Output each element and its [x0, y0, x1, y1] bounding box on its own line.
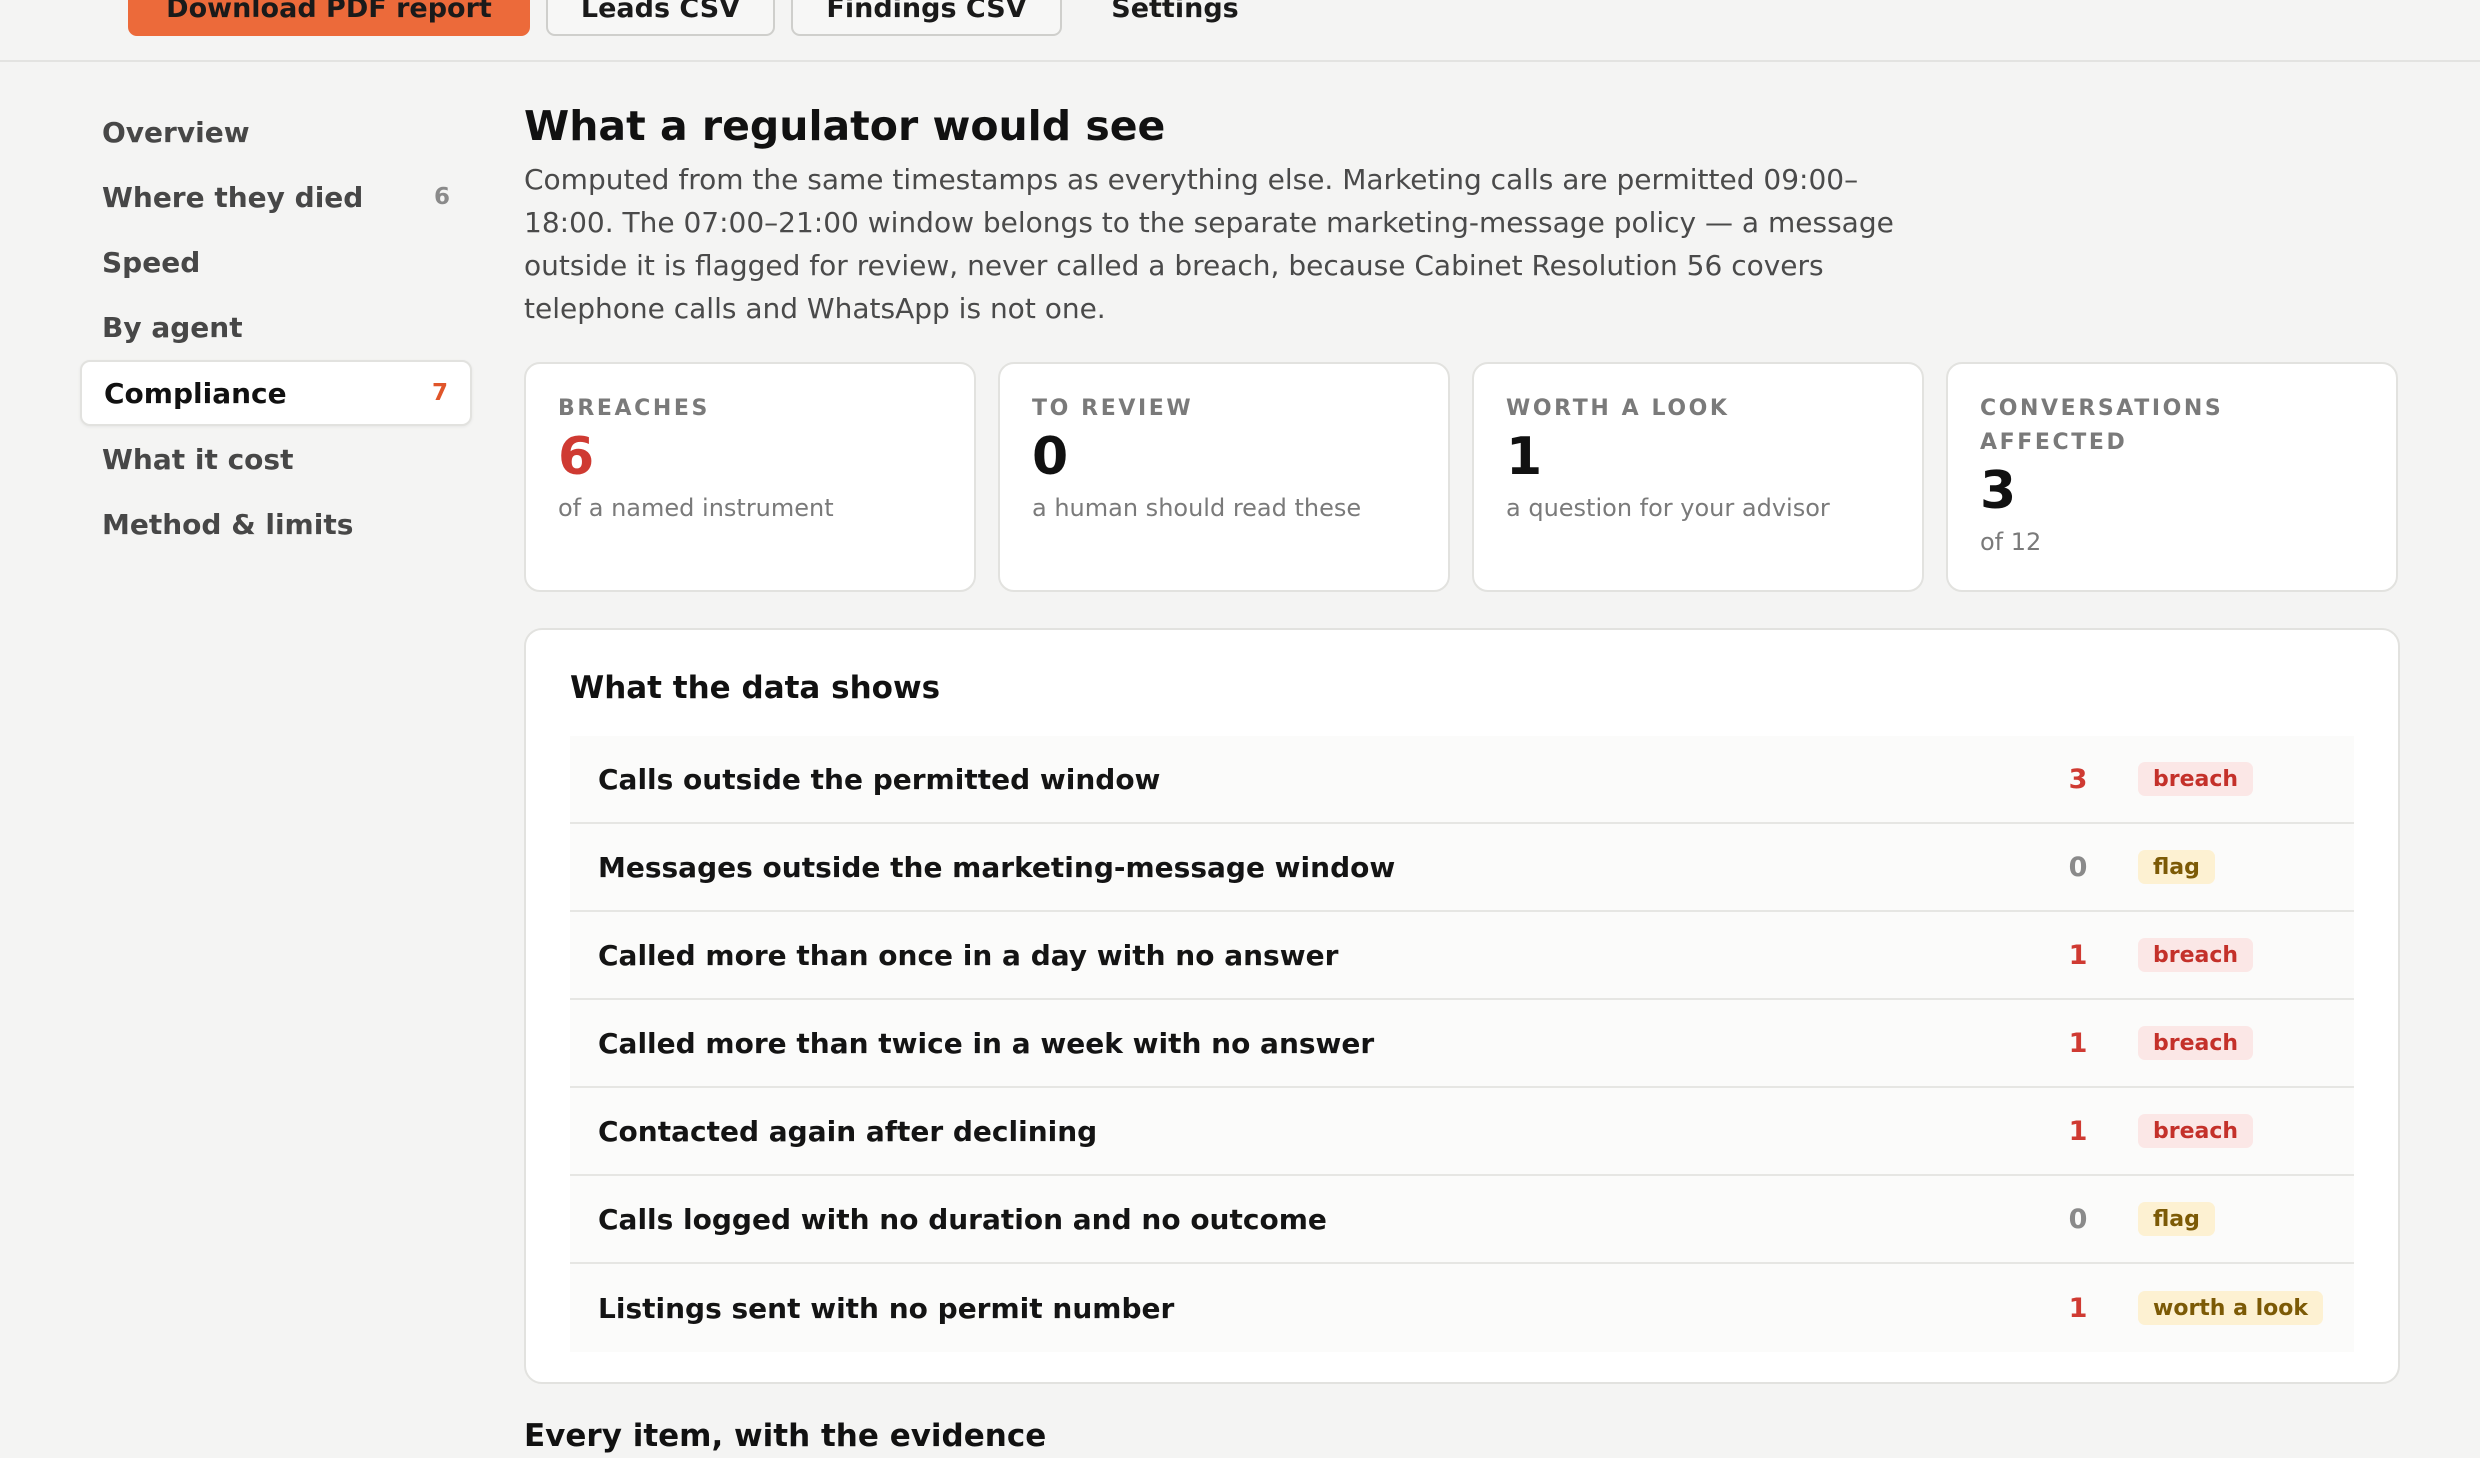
sidebar-item-label: By agent — [102, 310, 243, 344]
panel-title: What the data shows — [570, 670, 941, 706]
breach-badge: breach — [2138, 938, 2254, 972]
leads-csv-button[interactable]: Leads CSV — [546, 0, 775, 36]
finding-count: 1 — [2068, 1292, 2088, 1324]
stat-value: 0 — [1032, 427, 1069, 487]
stat-cards: BREACHES 6 of a named instrument TO REVI… — [524, 362, 2400, 592]
stat-subtext: of 12 — [1980, 528, 2042, 556]
sidebar-item-label: Compliance — [104, 376, 287, 410]
stat-subtext: of a named instrument — [558, 494, 834, 522]
finding-row[interactable]: Calls outside the permitted window 3 bre… — [570, 736, 2354, 824]
finding-row[interactable]: Calls logged with no duration and no out… — [570, 1176, 2354, 1264]
worth-a-look-badge: worth a look — [2138, 1291, 2324, 1325]
sidebar-item-count: 6 — [433, 184, 450, 210]
stat-value: 1 — [1506, 427, 1543, 487]
sidebar-item-compliance[interactable]: Compliance 7 — [80, 360, 472, 426]
settings-button[interactable]: Settings — [1080, 0, 1270, 36]
finding-row[interactable]: Messages outside the marketing-message w… — [570, 824, 2354, 912]
finding-count: 1 — [2068, 1115, 2088, 1147]
finding-count: 1 — [2068, 1027, 2088, 1059]
sidebar-item-what-it-cost[interactable]: What it cost — [80, 427, 472, 491]
top-toolbar: Download PDF report Leads CSV Findings C… — [0, 0, 2480, 62]
stat-card-worth-a-look: WORTH A LOOK 1 a question for your advis… — [1472, 362, 1924, 592]
sidebar-nav: Overview Where they died 6 Speed By agen… — [80, 100, 472, 557]
stat-card-breaches: BREACHES 6 of a named instrument — [524, 362, 976, 592]
sidebar-item-method-limits[interactable]: Method & limits — [80, 492, 472, 556]
stat-value: 3 — [1980, 461, 2017, 521]
stat-card-to-review: TO REVIEW 0 a human should read these — [998, 362, 1450, 592]
stat-label: TO REVIEW — [1032, 396, 1194, 421]
sidebar-item-count: 7 — [431, 380, 448, 406]
stat-subtext: a question for your advisor — [1506, 494, 1830, 522]
stat-subtext: a human should read these — [1032, 494, 1362, 522]
findings-list: Calls outside the permitted window 3 bre… — [570, 736, 2354, 1352]
sidebar-item-label: Overview — [102, 115, 250, 149]
finding-row[interactable]: Called more than once in a day with no a… — [570, 912, 2354, 1000]
flag-badge: flag — [2138, 850, 2215, 884]
finding-count: 3 — [2068, 763, 2088, 795]
stat-card-conversations-affected: CONVERSATIONS AFFECTED 3 of 12 — [1946, 362, 2398, 592]
sidebar-item-label: Where they died — [102, 180, 364, 214]
stat-label: WORTH A LOOK — [1506, 396, 1730, 421]
flag-badge: flag — [2138, 1202, 2215, 1236]
page-title: What a regulator would see — [524, 102, 1166, 150]
main-content: What a regulator would see Computed from… — [524, 98, 2400, 1454]
breach-badge: breach — [2138, 1026, 2254, 1060]
sidebar-item-where-they-died[interactable]: Where they died 6 — [80, 165, 472, 229]
section-heading-evidence: Every item, with the evidence — [524, 1418, 1047, 1454]
finding-count: 1 — [2068, 939, 2088, 971]
page-description: Computed from the same timestamps as eve… — [524, 163, 1894, 325]
breach-badge: breach — [2138, 762, 2254, 796]
sidebar-item-speed[interactable]: Speed — [80, 230, 472, 294]
finding-row[interactable]: Contacted again after declining 1 breach — [570, 1088, 2354, 1176]
finding-row[interactable]: Called more than twice in a week with no… — [570, 1000, 2354, 1088]
stat-label: CONVERSATIONS AFFECTED — [1980, 396, 2224, 455]
download-pdf-button[interactable]: Download PDF report — [128, 0, 530, 36]
findings-panel: What the data shows Calls outside the pe… — [524, 628, 2400, 1384]
finding-count: 0 — [2068, 1203, 2088, 1235]
stat-value: 6 — [558, 427, 595, 487]
finding-row[interactable]: Listings sent with no permit number 1 wo… — [570, 1264, 2354, 1352]
sidebar-item-by-agent[interactable]: By agent — [80, 295, 472, 359]
breach-badge: breach — [2138, 1114, 2254, 1148]
stat-label: BREACHES — [558, 396, 710, 421]
sidebar-item-label: Method & limits — [102, 507, 354, 541]
sidebar-item-label: Speed — [102, 245, 201, 279]
finding-count: 0 — [2068, 851, 2088, 883]
sidebar-item-label: What it cost — [102, 442, 294, 476]
findings-csv-button[interactable]: Findings CSV — [791, 0, 1062, 36]
sidebar-item-overview[interactable]: Overview — [80, 100, 472, 164]
